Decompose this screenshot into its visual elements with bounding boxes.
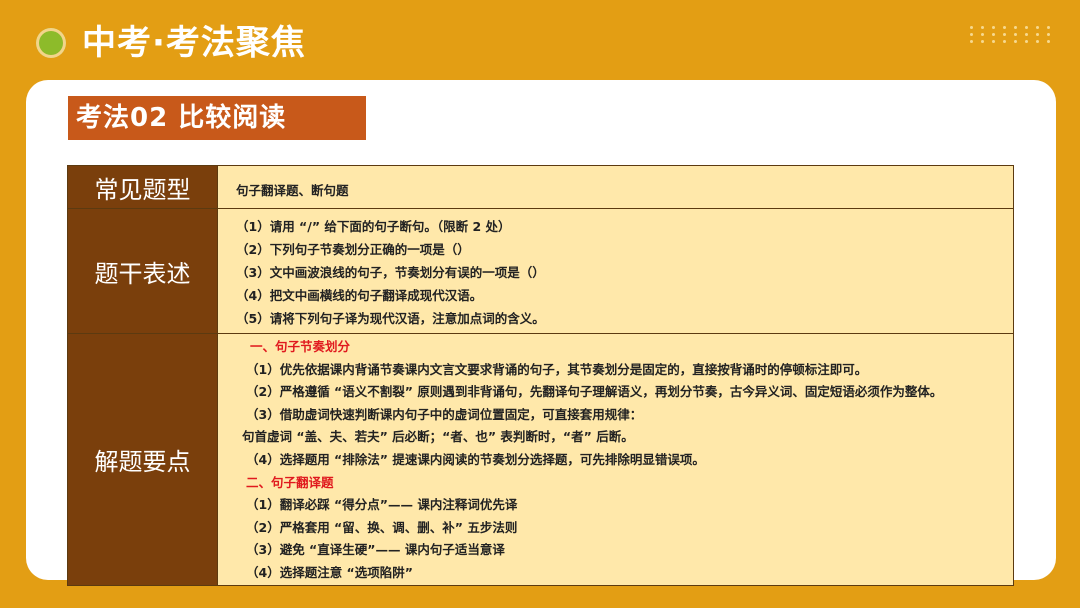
key-point-line: （2）严格遵循 “语义不割裂” 原则遇到非背诵句，先翻译句子理解语义，再划分节奏…	[246, 384, 943, 400]
row-content-stem: （1）请用 “/” 给下面的句子断句。（限断 2 处） （2）下列句子节奏划分正…	[217, 208, 1014, 334]
heading-translation: 二、句子翻译题	[246, 474, 334, 490]
key-point-line: （1）优先依据课内背诵节奏课内文言文要求背诵的句子，其节奏划分是固定的，直接按背…	[246, 361, 868, 377]
stem-line: （1）请用 “/” 给下面的句子断句。（限断 2 处）	[236, 219, 511, 234]
stem-line: （4）把文中画横线的句子翻译成现代汉语。	[236, 288, 483, 303]
method-table: 常见题型 句子翻译题、断句题 题干表述 （1）请用 “/” 给下面的句子断句。（…	[67, 165, 1014, 586]
row-label-key-points: 解题要点	[67, 333, 218, 586]
row-content-question-type: 句子翻译题、断句题	[217, 165, 1014, 209]
key-point-line: （1）翻译必踩 “得分点”—— 课内注释词优先译	[246, 497, 518, 513]
row-label-stem: 题干表述	[67, 208, 218, 334]
key-point-rule: 句首虚词 “盖、夫、若夫” 后必断；“者、也” 表判断时，“者” 后断。	[242, 429, 634, 445]
header-bullet-dot	[36, 28, 66, 58]
stem-line: （5）请将下列句子译为现代汉语，注意加点词的含义。	[236, 311, 545, 326]
row-content-key-points: 一、句子节奏划分 （1）优先依据课内背诵节奏课内文言文要求背诵的句子，其节奏划分…	[217, 333, 1014, 586]
row-label-question-type: 常见题型	[67, 165, 218, 209]
question-type-text: 句子翻译题、断句题	[236, 183, 349, 198]
table-row: 题干表述 （1）请用 “/” 给下面的句子断句。（限断 2 处） （2）下列句子…	[67, 208, 1014, 334]
section-tag: 考法02 比较阅读	[68, 96, 366, 140]
page-title: 中考·考法聚焦	[82, 23, 306, 63]
decorative-dot-grid	[970, 26, 1054, 43]
stem-line: （2）下列句子节奏划分正确的一项是（）	[236, 242, 470, 257]
key-point-line: （3）借助虚词快速判断课内句子中的虚词位置固定，可直接套用规律：	[246, 406, 643, 422]
stem-line: （3）文中画波浪线的句子，节奏划分有误的一项是（）	[236, 265, 545, 280]
key-point-line: （2）严格套用 “留、换、调、删、补” 五步法则	[246, 519, 518, 535]
key-point-line: （4）选择题注意 “选项陷阱”	[246, 564, 413, 580]
table-row: 解题要点 一、句子节奏划分 （1）优先依据课内背诵节奏课内文言文要求背诵的句子，…	[67, 333, 1014, 586]
heading-rhythm: 一、句子节奏划分	[250, 339, 351, 354]
key-point-line: （4）选择题用 “排除法” 提速课内阅读的节奏划分选择题，可先排除明显错误项。	[246, 451, 705, 467]
key-point-line: （3）避免 “直译生硬”—— 课内句子适当意译	[246, 542, 505, 558]
table-row: 常见题型 句子翻译题、断句题	[67, 165, 1014, 209]
